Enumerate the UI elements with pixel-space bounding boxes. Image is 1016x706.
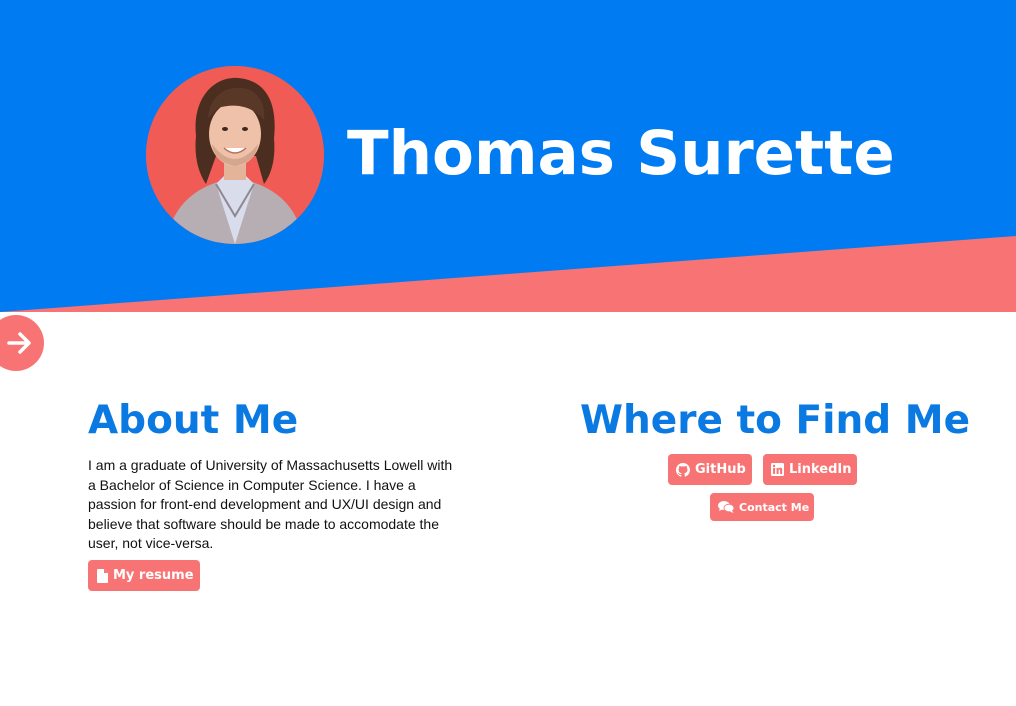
github-button[interactable]: GitHub — [668, 454, 752, 485]
resume-button-label: My resume — [113, 568, 194, 583]
about-title: About Me — [88, 398, 299, 443]
github-icon — [676, 462, 690, 477]
chat-icon — [718, 501, 734, 513]
side-menu-toggle[interactable] — [0, 315, 44, 371]
linkedin-button[interactable]: LinkedIn — [763, 454, 857, 485]
arrow-right-icon — [7, 332, 31, 354]
github-button-label: GitHub — [695, 462, 746, 477]
about-text: I am a graduate of University of Massach… — [88, 457, 453, 551]
linkedin-button-label: LinkedIn — [789, 462, 852, 477]
linkedin-icon — [771, 463, 784, 476]
contact-me-button[interactable]: Contact Me — [710, 493, 814, 521]
contact-me-button-label: Contact Me — [739, 500, 810, 514]
find-me-title: Where to Find Me — [580, 398, 971, 443]
file-icon — [97, 568, 108, 583]
hero-name: Thomas Surette — [347, 118, 895, 189]
resume-button[interactable]: My resume — [88, 560, 200, 591]
profile-photo — [146, 66, 324, 244]
hero-header: Thomas Surette — [0, 0, 1016, 312]
